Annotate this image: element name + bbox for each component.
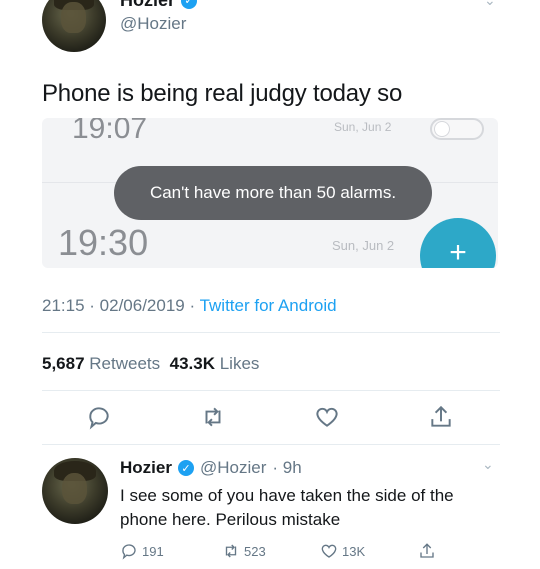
like-count[interactable]: 43.3K (170, 354, 215, 373)
reply-count: 191 (142, 543, 164, 559)
reply-retweet-count: 523 (244, 543, 266, 559)
reply-timestamp: · 9h (272, 458, 302, 477)
author-handle[interactable]: @Hozier (120, 14, 186, 34)
reply-like-button[interactable]: 13K (320, 542, 365, 560)
retweets-label[interactable]: Retweets (89, 354, 160, 373)
divider (42, 390, 500, 391)
tweet-date: 02/06/2019 (99, 296, 185, 315)
reply-reply-button[interactable]: 191 (120, 542, 164, 560)
chevron-down-icon[interactable]: ⌄ (484, 0, 500, 8)
alarm-time: 19:30 (58, 222, 149, 263)
tweet-source-link[interactable]: Twitter for Android (200, 296, 337, 315)
author-name-row[interactable]: Hozier ✓ (120, 0, 198, 11)
author-name[interactable]: Hozier (120, 0, 175, 11)
alarm-time-top: 19:07 (72, 118, 148, 145)
reply-retweet-button[interactable]: 523 (222, 542, 266, 560)
like-icon (321, 544, 337, 558)
tweet-media-image[interactable]: 19:07 Sun, Jun 2 Can't have more than 50… (42, 118, 498, 268)
reply-header: Hozier ✓ @Hozier · 9h (120, 458, 302, 478)
reply-icon[interactable] (86, 404, 112, 430)
add-alarm-button: + (420, 218, 496, 268)
toast-message: Can't have more than 50 alarms. (114, 166, 432, 220)
profile-avatar[interactable] (42, 0, 106, 52)
like-icon[interactable] (314, 404, 340, 430)
share-icon[interactable] (428, 404, 454, 430)
alarm-date: Sun, Jun 2 (332, 238, 395, 253)
alarm-date-top: Sun, Jun 2 (334, 120, 392, 134)
meta-separator: · (84, 296, 100, 315)
verified-badge-icon: ✓ (181, 0, 198, 9)
tweet-stats: 5,687 Retweets 43.3K Likes (42, 354, 259, 374)
alarm-toggle (430, 118, 484, 140)
reply-share-button[interactable] (418, 542, 436, 560)
reply-icon (122, 544, 136, 560)
divider (42, 332, 500, 333)
divider (42, 444, 500, 445)
tweet-text: Phone is being real judgy today so (42, 80, 403, 107)
tweet-meta: 21:15 · 02/06/2019 · Twitter for Android (42, 296, 337, 316)
retweet-icon (225, 544, 237, 558)
share-icon (420, 543, 434, 558)
verified-badge-icon: ✓ (177, 460, 194, 476)
reply-author-name[interactable]: Hozier (120, 458, 172, 478)
chevron-down-icon[interactable]: ⌄ (482, 456, 498, 472)
tweet-time: 21:15 (42, 296, 85, 315)
reply-like-count: 13K (342, 543, 366, 559)
meta-separator: · (184, 296, 200, 315)
reply-author-handle[interactable]: @Hozier (200, 458, 266, 478)
reply-text: I see some of you have taken the side of… (120, 486, 454, 529)
retweet-count[interactable]: 5,687 (42, 354, 85, 373)
reply-avatar[interactable] (42, 458, 108, 524)
likes-label[interactable]: Likes (220, 354, 260, 373)
retweet-icon[interactable] (200, 404, 226, 430)
